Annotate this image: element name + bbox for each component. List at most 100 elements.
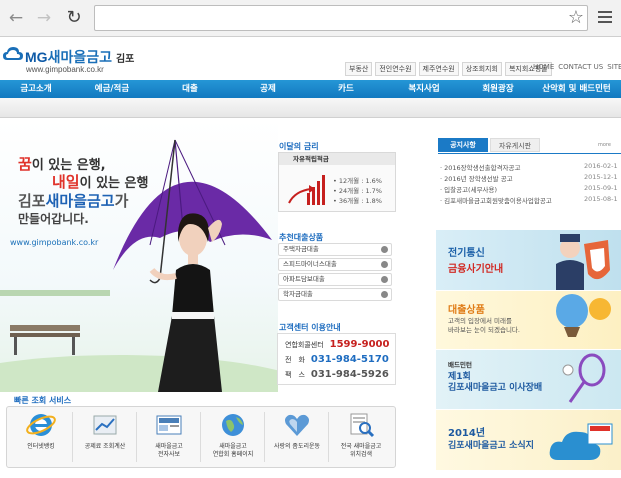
police-shield-icon <box>556 234 610 290</box>
nav-deposits[interactable]: 예금/적금 <box>72 80 152 98</box>
quick-premium-calc[interactable]: 공제료 조회계산 <box>74 410 136 466</box>
contact-link[interactable]: CONTACT US <box>558 63 603 71</box>
main-navigation: 금고소개 예금/적금 대출 공제 카드 복지사업 회원광장 산악회 및 배드민턴 <box>0 80 621 98</box>
quick-branch-locator[interactable]: 전국 새마을금고 위치검색 <box>330 410 392 466</box>
nav-members[interactable]: 회원광장 <box>464 80 532 98</box>
toplink-jeju-training[interactable]: 제주연수원 <box>418 62 459 76</box>
location-search-icon <box>350 413 375 438</box>
slogan-ga: 가 <box>114 192 129 210</box>
quick-service-title: 빠른 조회 서비스 <box>14 396 72 405</box>
badminton-racket-icon <box>562 353 606 403</box>
loan-item-student[interactable]: 학자금대출 <box>278 288 392 301</box>
hero-url: www.gimpobank.co.kr <box>10 238 99 247</box>
loan-item-speed-minus[interactable]: 스피드마이너스대출 <box>278 258 392 271</box>
rate-product: 자유적립적금 <box>279 153 395 165</box>
slogan-gimpo: 김포 <box>18 192 46 210</box>
divider <box>328 412 329 462</box>
banner-badminton[interactable]: 배드민턴 제1회 김포새마을금고 이사장배 <box>436 350 621 409</box>
callcenter-box: 연합회콜센터 1599-9000 전 화 031-984-5170 팩 스 031-9… <box>277 333 396 385</box>
banner-title: 전기통신 <box>448 248 485 259</box>
arrow-icon <box>381 291 388 298</box>
home-link[interactable]: HOME <box>533 63 554 71</box>
rate-box[interactable]: 자유적립적금 • 12개월 : 1.6% • 24개월 : 1.7% • 36개… <box>278 152 396 212</box>
bar-chart-icon <box>288 175 325 205</box>
nav-about[interactable]: 금고소개 <box>0 80 72 98</box>
logo-mg: MG <box>25 49 48 65</box>
notice-date: 2016-02-1 <box>584 162 618 170</box>
quick-label: 전국 새마을금고 위치검색 <box>340 443 382 458</box>
logo-name: 새마을금고 <box>47 49 112 65</box>
rate-row: • 24개월 : 1.7% <box>333 187 382 195</box>
notice-title: 김포새마을금고회원맞춤이용사업합공고 <box>444 197 552 205</box>
call-label: 팩 스 <box>285 371 305 379</box>
quick-jomdori-campaign[interactable]: 사랑의 좀도리운동 <box>266 410 328 466</box>
quick-label: 사랑의 좀도리운동 <box>273 443 321 450</box>
notice-divider <box>438 153 621 154</box>
nav-card[interactable]: 카드 <box>308 80 384 98</box>
mg-cloud-logo-icon[interactable] <box>3 46 23 62</box>
divider <box>200 412 201 462</box>
back-arrow-icon[interactable]: ← <box>6 8 26 28</box>
toplink-training-center[interactable]: 전인연수원 <box>375 62 416 76</box>
notice-item[interactable]: · 입찰공고(세무사용) 2015-09-1 <box>440 184 621 194</box>
quick-internet-banking[interactable]: 인터넷뱅킹 <box>10 410 72 466</box>
ie-icon <box>26 414 56 436</box>
notice-title: 2016년 장학생선발 공고 <box>444 175 513 183</box>
tab-free-board[interactable]: 자유게시판 <box>490 138 540 152</box>
call-number: 031-984-5926 <box>310 369 389 380</box>
bookmark-star-icon[interactable]: ☆ <box>568 7 584 28</box>
notice-item[interactable]: · 2016년 장학생선발 공고 2015-12-1 <box>440 173 621 183</box>
loan-item-housing[interactable]: 주택자금대출 <box>278 243 392 256</box>
forward-arrow-icon[interactable]: → <box>34 8 54 28</box>
rate-value: 1.7% <box>365 187 382 195</box>
slogan-dream: 꿈 <box>18 155 32 173</box>
reload-icon[interactable]: ↻ <box>64 8 84 28</box>
nav-welfare[interactable]: 복지사업 <box>384 80 464 98</box>
browser-toolbar: ← → ↻ ☆ <box>0 0 621 37</box>
banner-fraud-warning[interactable]: 전기통신 금융사기안내 <box>436 230 621 290</box>
notice-more-link[interactable]: more <box>598 142 611 148</box>
chart-icon <box>93 415 117 435</box>
rate-value: 1.8% <box>365 197 382 205</box>
utility-links: HOME CONTACT US SITEMAP <box>533 63 621 71</box>
quick-label: 공제료 조회계산 <box>84 443 126 450</box>
browser-menu-icon[interactable] <box>598 11 612 23</box>
loan-item-apartment[interactable]: 아파트담보대출 <box>278 273 392 286</box>
call-row-phone: 전 화 031-984-5170 <box>285 354 389 365</box>
sitemap-link[interactable]: SITEMAP <box>607 63 621 71</box>
arrow-icon <box>381 276 388 283</box>
nav-loans[interactable]: 대출 <box>152 80 228 98</box>
notice-item[interactable]: · 2016장학생선출합격자공고 2016-02-1 <box>440 162 621 172</box>
call-label: 전 화 <box>285 356 305 364</box>
arrow-icon <box>381 246 388 253</box>
notice-date: 2015-12-1 <box>584 173 618 181</box>
arrow-icon <box>381 261 388 268</box>
banner-loan-products[interactable]: 대출상품 고객의 입장에서 미래를 바라보는 눈이 되겠습니다. <box>436 291 621 349</box>
notice-date: 2015-09-1 <box>584 184 618 192</box>
loan-list: 주택자금대출 스피드마이너스대출 아파트담보대출 학자금대출 <box>278 243 392 303</box>
quick-label: 새마을금고 연합회 홈페이지 <box>212 443 254 458</box>
rate-term: 24개월 <box>338 187 360 195</box>
nav-club[interactable]: 산악회 및 배드민턴 <box>532 80 621 98</box>
globe-icon <box>222 414 244 436</box>
loan-label: 학자금대출 <box>283 290 313 298</box>
divider <box>136 412 137 462</box>
divider <box>72 412 73 462</box>
quick-e-newsletter[interactable]: 새마을금고 전자사보 <box>138 410 200 466</box>
banner-newsletter[interactable]: 2014년 김포새마을금고 소식지 <box>436 410 621 470</box>
slogan-line-3: 김포새마을금고가 <box>18 190 128 211</box>
slogan-line-2: 내일이 있는 은행 <box>52 171 148 192</box>
tab-notice[interactable]: 공지사항 <box>438 138 488 152</box>
address-bar[interactable]: ☆ <box>94 5 588 31</box>
nav-insurance[interactable]: 공제 <box>228 80 308 98</box>
subnav-bar <box>0 98 621 118</box>
call-number: 031-984-5170 <box>310 354 389 365</box>
newsletter-icon <box>156 415 182 435</box>
site-logo[interactable]: MG새마을금고 김포 <box>25 47 134 67</box>
quick-federation-homepage[interactable]: 새마을금고 연합회 홈페이지 <box>202 410 264 466</box>
loan-label: 스피드마이너스대출 <box>283 260 337 268</box>
toplink-sangjo[interactable]: 상조회지회 <box>461 62 502 76</box>
toplink-realestate[interactable]: 부동산 <box>345 62 373 76</box>
rate-term: 12개월 <box>338 177 360 185</box>
notice-item[interactable]: · 김포새마을금고회원맞춤이용사업합공고 2015-08-1 <box>440 195 621 205</box>
